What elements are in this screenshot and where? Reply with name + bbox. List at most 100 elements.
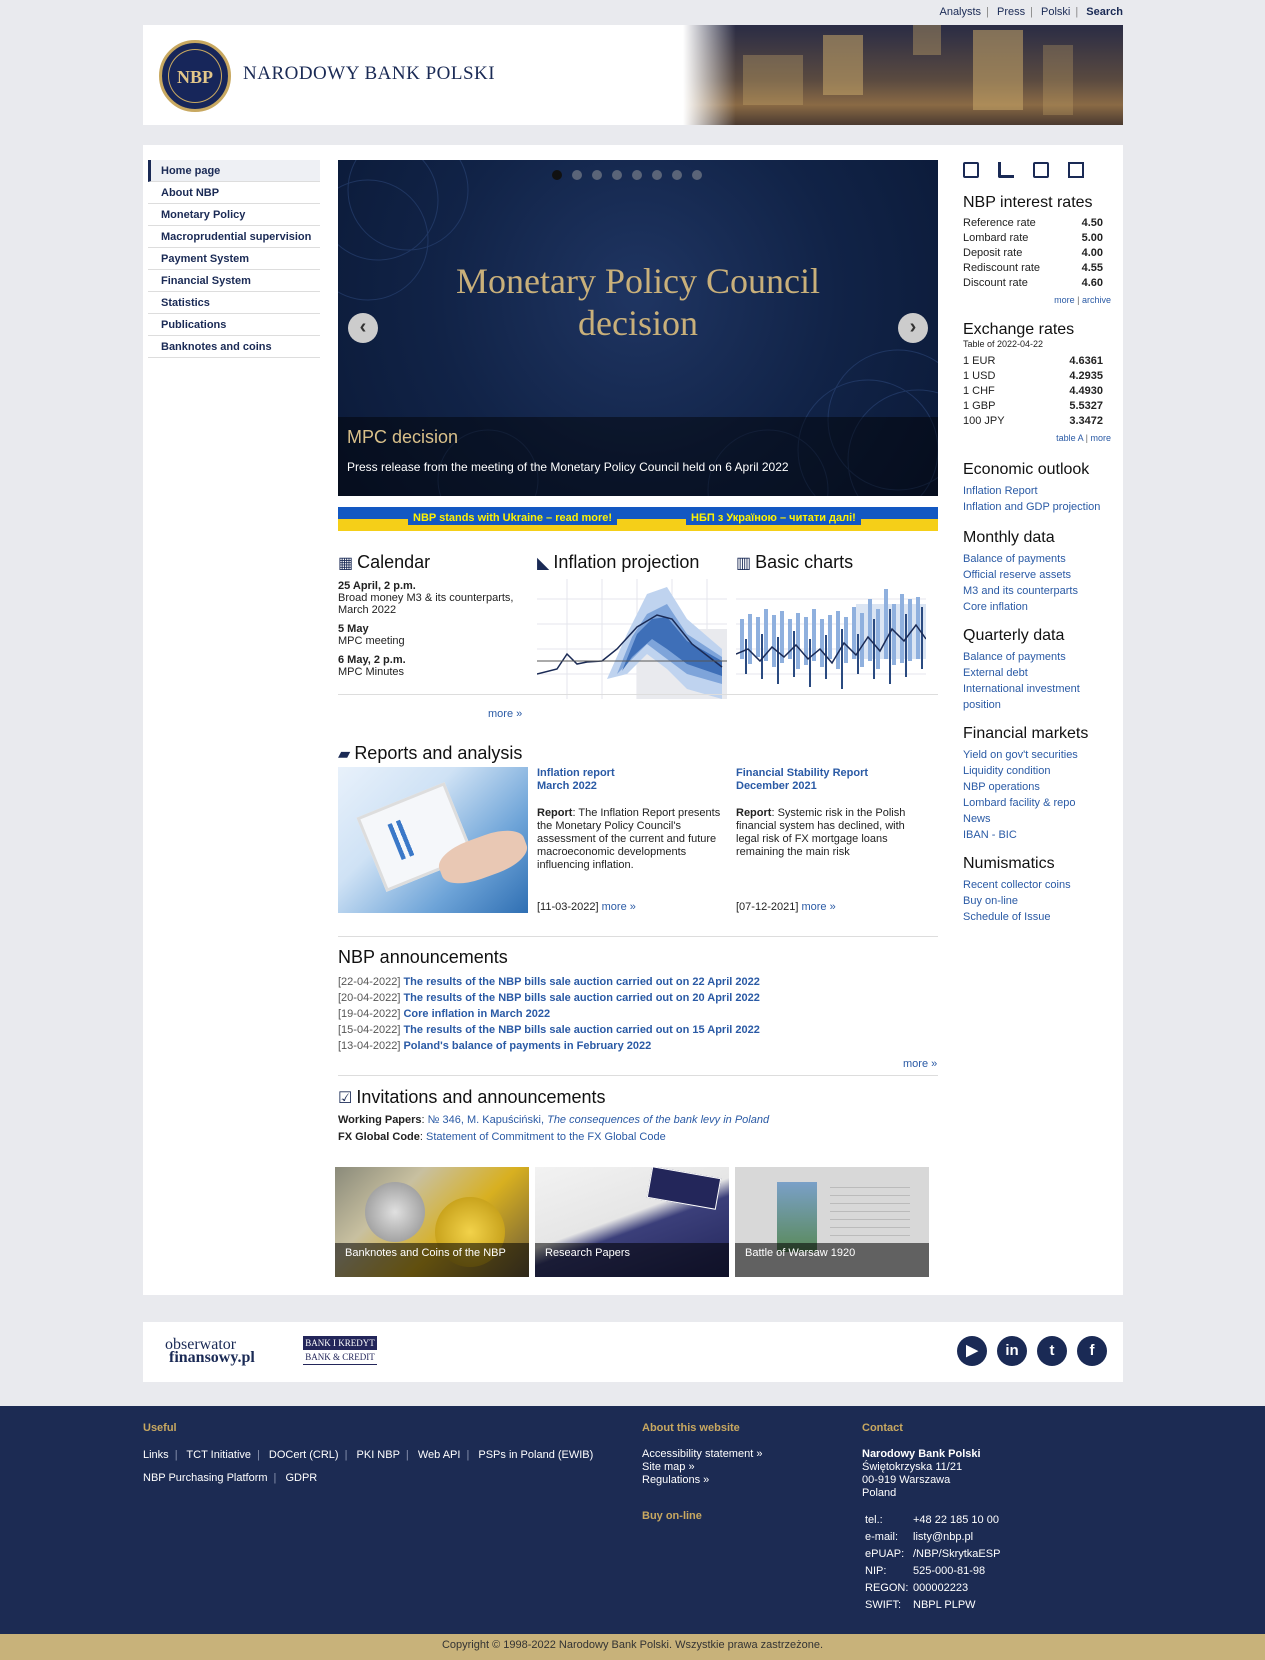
nav-financial-system[interactable]: Financial System <box>148 270 320 292</box>
calendar-more-link[interactable]: more » <box>488 708 522 720</box>
footer-link[interactable]: Site map » <box>642 1461 762 1474</box>
slider-dot[interactable] <box>592 170 602 180</box>
footer-link[interactable]: TCT Initiative <box>186 1449 251 1461</box>
footer-link[interactable]: Web API <box>418 1449 461 1461</box>
battle-of-warsaw-tile[interactable]: Battle of Warsaw 1920 <box>735 1167 929 1277</box>
facebook-icon[interactable]: f <box>1077 1336 1107 1366</box>
sidebar-link[interactable]: NBP operations <box>963 779 1113 795</box>
print-icon[interactable] <box>1033 162 1049 178</box>
sidebar-link[interactable]: External debt <box>963 665 1113 681</box>
obserwator-finansowy-logo[interactable]: obserwator finansowy.pl <box>165 1337 255 1366</box>
bank-i-kredyt-logo[interactable]: BANK I KREDYT BANK & CREDIT <box>303 1336 377 1365</box>
sidebar-link[interactable]: News <box>963 811 1113 827</box>
footer-link[interactable]: PSPs in Poland (EWIB) <box>478 1449 593 1461</box>
tablet-photo[interactable] <box>338 767 528 913</box>
polski-link[interactable]: Polski <box>1041 6 1070 18</box>
linkedin-icon[interactable]: in <box>997 1336 1027 1366</box>
exchange-more-link[interactable]: more <box>1090 433 1111 443</box>
inflation-projection-section[interactable]: ◣ Inflation projection <box>536 552 732 702</box>
research-papers-tile[interactable]: Research Papers <box>535 1167 729 1277</box>
sidebar-link[interactable]: International investment position <box>963 681 1113 713</box>
nav-statistics[interactable]: Statistics <box>148 292 320 314</box>
banknotes-coins-tile[interactable]: Banknotes and Coins of the NBP <box>335 1167 529 1277</box>
slider-dot[interactable] <box>692 170 702 180</box>
nbp-logo[interactable]: NBP <box>159 40 231 112</box>
inflation-report-title[interactable]: Inflation report March 2022 <box>537 767 727 793</box>
inflation-report-more-link[interactable]: more » <box>602 901 636 913</box>
announcement-item[interactable]: [22-04-2022] The results of the NBP bill… <box>338 974 938 990</box>
stability-report-more-link[interactable]: more » <box>801 901 835 913</box>
youtube-icon[interactable]: ▶ <box>957 1336 987 1366</box>
slider-dot[interactable] <box>612 170 622 180</box>
nav-home[interactable]: Home page <box>148 160 320 182</box>
announcement-item[interactable]: [13-04-2022] Poland's balance of payment… <box>338 1038 938 1054</box>
sidebar-link[interactable]: Official reserve assets <box>963 567 1113 583</box>
rates-more-link[interactable]: more <box>1054 295 1075 305</box>
fx-global-code-link[interactable]: Statement of Commitment to the FX Global… <box>426 1131 666 1143</box>
nav-about[interactable]: About NBP <box>148 182 320 204</box>
sidebar-link[interactable]: IBAN - BIC <box>963 827 1113 843</box>
sidebar-link[interactable]: Buy on-line <box>963 893 1113 909</box>
search-link[interactable]: Search <box>1086 6 1123 18</box>
slider-dot[interactable] <box>552 170 562 180</box>
rss-icon[interactable] <box>998 162 1014 178</box>
basic-charts-section[interactable]: ▥ Basic charts <box>735 552 931 702</box>
analysts-link[interactable]: Analysts <box>939 6 981 18</box>
table-a-link[interactable]: table A <box>1056 433 1083 443</box>
slider-prev-button[interactable]: ‹ <box>348 313 378 343</box>
nav-macroprudential[interactable]: Macroprudential supervision <box>148 226 320 248</box>
announcements-more-link[interactable]: more » <box>903 1058 937 1070</box>
footer-link[interactable]: NBP Purchasing Platform <box>143 1472 268 1484</box>
sidebar-link[interactable]: Yield on gov't securities <box>963 747 1113 763</box>
footer-link[interactable]: GDPR <box>285 1472 317 1484</box>
bank-name[interactable]: NARODOWY BANK POLSKI <box>243 63 495 85</box>
qr-code-icon[interactable] <box>963 162 979 178</box>
inflation-projection-title: Inflation projection <box>553 552 700 572</box>
announcement-item[interactable]: [19-04-2022] Core inflation in March 202… <box>338 1006 938 1022</box>
footer-link[interactable]: Links <box>143 1449 169 1461</box>
exchange-row: 1 CHF 4.4930 <box>963 385 1103 397</box>
buy-online-link[interactable]: Buy on-line <box>642 1510 702 1522</box>
announcement-item[interactable]: [20-04-2022] The results of the NBP bill… <box>338 990 938 1006</box>
announcement-item[interactable]: [15-04-2022] The results of the NBP bill… <box>338 1022 938 1038</box>
nav-payment-system[interactable]: Payment System <box>148 248 320 270</box>
ukraine-banner-en[interactable]: NBP stands with Ukraine – read more! <box>408 511 618 525</box>
twitter-icon[interactable]: t <box>1037 1336 1067 1366</box>
slider-next-button[interactable]: › <box>898 313 928 343</box>
rates-archive-link[interactable]: archive <box>1082 295 1111 305</box>
working-paper-link[interactable]: № 346, M. Kapuściński, <box>428 1114 544 1126</box>
ukraine-banner-ua[interactable]: НБП з Україною – читати далі! <box>686 511 861 525</box>
contact-address: Narodowy Bank Polski Świętokrzyska 11/21… <box>862 1448 981 1499</box>
sidebar-link[interactable]: Liquidity condition <box>963 763 1113 779</box>
sidebar-link[interactable]: Lombard facility & repo <box>963 795 1113 811</box>
stability-report-title[interactable]: Financial Stability Report December 2021 <box>736 767 926 793</box>
slider-dot[interactable] <box>572 170 582 180</box>
ukraine-banner[interactable]: NBP stands with Ukraine – read more! НБП… <box>338 507 938 531</box>
slider-caption[interactable]: MPC decision Press release from the meet… <box>338 417 938 496</box>
slider-dot[interactable] <box>632 170 642 180</box>
sidebar-link[interactable]: Balance of payments <box>963 649 1113 665</box>
sidebar-link[interactable]: Balance of payments <box>963 551 1113 567</box>
sidebar-link[interactable]: M3 and its counterparts <box>963 583 1113 599</box>
footer-link[interactable]: Regulations » <box>642 1474 762 1487</box>
nav-banknotes[interactable]: Banknotes and coins <box>148 336 320 358</box>
footer-link[interactable]: DOCert (CRL) <box>269 1449 339 1461</box>
about-website-title: About this website <box>642 1422 740 1434</box>
sidebar-link[interactable]: Recent collector coins <box>963 877 1113 893</box>
sidebar-link[interactable]: Inflation Report <box>963 483 1113 499</box>
sidebar-link[interactable]: Core inflation <box>963 599 1113 615</box>
nav-publications[interactable]: Publications <box>148 314 320 336</box>
sidebar-link[interactable]: Inflation and GDP projection <box>963 499 1113 515</box>
financial-markets-title: Financial markets <box>963 725 1089 742</box>
footer-link[interactable]: Accessibility statement » <box>642 1448 762 1461</box>
slider-dot[interactable] <box>652 170 662 180</box>
working-paper-title[interactable]: The consequences of the bank levy in Pol… <box>547 1114 769 1126</box>
sidebar-link[interactable]: Schedule of Issue <box>963 909 1113 925</box>
press-link[interactable]: Press <box>997 6 1025 18</box>
hero-slider[interactable]: Monetary Policy Council decision ‹ › MPC… <box>338 160 938 496</box>
nav-monetary-policy[interactable]: Monetary Policy <box>148 204 320 226</box>
pdf-icon[interactable] <box>1068 162 1084 178</box>
slider-title[interactable]: Monetary Policy Council decision <box>338 260 938 344</box>
footer-link[interactable]: PKI NBP <box>357 1449 400 1461</box>
slider-dot[interactable] <box>672 170 682 180</box>
